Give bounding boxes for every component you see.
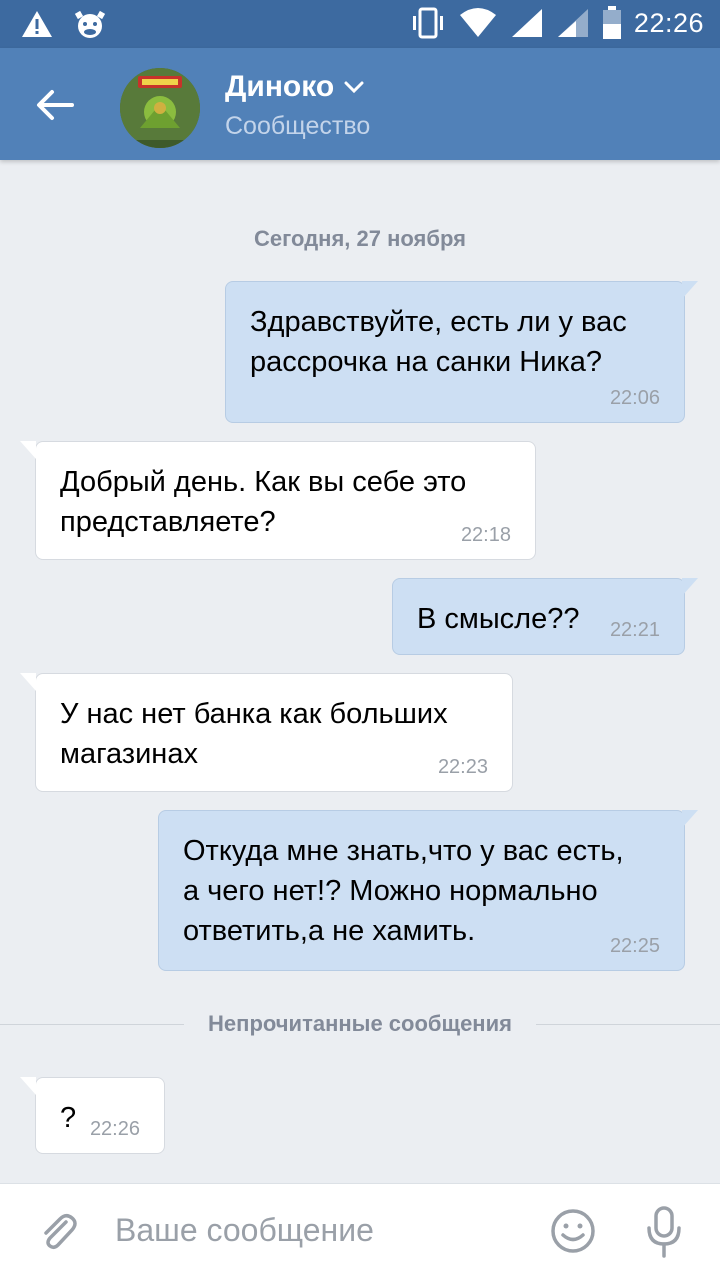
- signal-icon: [557, 9, 588, 37]
- message-input[interactable]: Ваше сообщение: [115, 1212, 374, 1249]
- message-time: 22:18: [460, 524, 511, 546]
- message-text-line: ответить,а не хамить.: [183, 915, 476, 947]
- app-bar: Диноко Сообщество: [0, 48, 720, 160]
- battery-icon: [602, 6, 621, 39]
- message-text-line: представляете?: [60, 506, 276, 538]
- message-time: 22:06: [609, 387, 660, 409]
- cow-app-icon: [74, 10, 106, 38]
- message-time: 22:25: [609, 935, 660, 957]
- status-bar: 22:26: [0, 0, 720, 48]
- back-arrow-icon: [37, 90, 74, 120]
- message-bubble[interactable]: Откуда мне знать,что у вас есть, а чего …: [158, 810, 698, 971]
- divider-line: [0, 1023, 185, 1025]
- unread-divider: Непрочитанные сообщения: [0, 1008, 720, 1040]
- message-text-line: магазинах: [60, 738, 198, 770]
- wifi-icon: [459, 8, 496, 37]
- message-bubble[interactable]: ? 22:26: [20, 1077, 165, 1154]
- message-bubble[interactable]: Добрый день. Как вы себе это представляе…: [20, 441, 536, 560]
- message-text-line: Добрый день. Как вы себе это: [60, 466, 467, 498]
- warning-icon: [22, 11, 52, 37]
- divider-line: [535, 1023, 720, 1025]
- message-text-line: У нас нет банка как больших: [60, 698, 448, 730]
- message-composer: Ваше сообщение: [0, 1183, 720, 1280]
- date-separator: Сегодня, 27 ноября: [254, 226, 466, 251]
- unread-label: Непрочитанные сообщения: [208, 1011, 512, 1036]
- status-time: 22:26: [633, 7, 704, 38]
- community-name: Диноко: [225, 70, 335, 103]
- message-time: 22:26: [89, 1118, 140, 1140]
- message-text-line: Здравствуйте, есть ли у вас: [250, 306, 627, 338]
- chat-subtitle: Сообщество: [225, 112, 371, 140]
- message-text-line: рассрочка на санки Ника?: [250, 346, 603, 378]
- message-time: 22:21: [609, 619, 660, 641]
- message-text-line: а чего нет!? Можно нормально: [183, 875, 598, 907]
- message-bubble[interactable]: Здравствуйте, есть ли у вас рассрочка на…: [225, 281, 698, 423]
- back-button[interactable]: [30, 80, 80, 130]
- vibrate-icon: [412, 7, 443, 39]
- chevron-down-icon: [344, 81, 364, 93]
- chat-title[interactable]: Диноко: [225, 70, 364, 104]
- message-time: 22:23: [437, 756, 488, 778]
- signal-icon: [511, 9, 542, 37]
- message-text-line: Откуда мне знать,что у вас есть,: [183, 835, 624, 867]
- message-bubble[interactable]: У нас нет банка как больших магазинах 22…: [20, 673, 513, 792]
- message-bubble[interactable]: В смысле?? 22:21: [392, 578, 698, 655]
- smile-icon[interactable]: [550, 1208, 596, 1254]
- avatar[interactable]: [120, 68, 200, 148]
- attach-icon[interactable]: [36, 1210, 80, 1254]
- microphone-icon[interactable]: [646, 1206, 682, 1258]
